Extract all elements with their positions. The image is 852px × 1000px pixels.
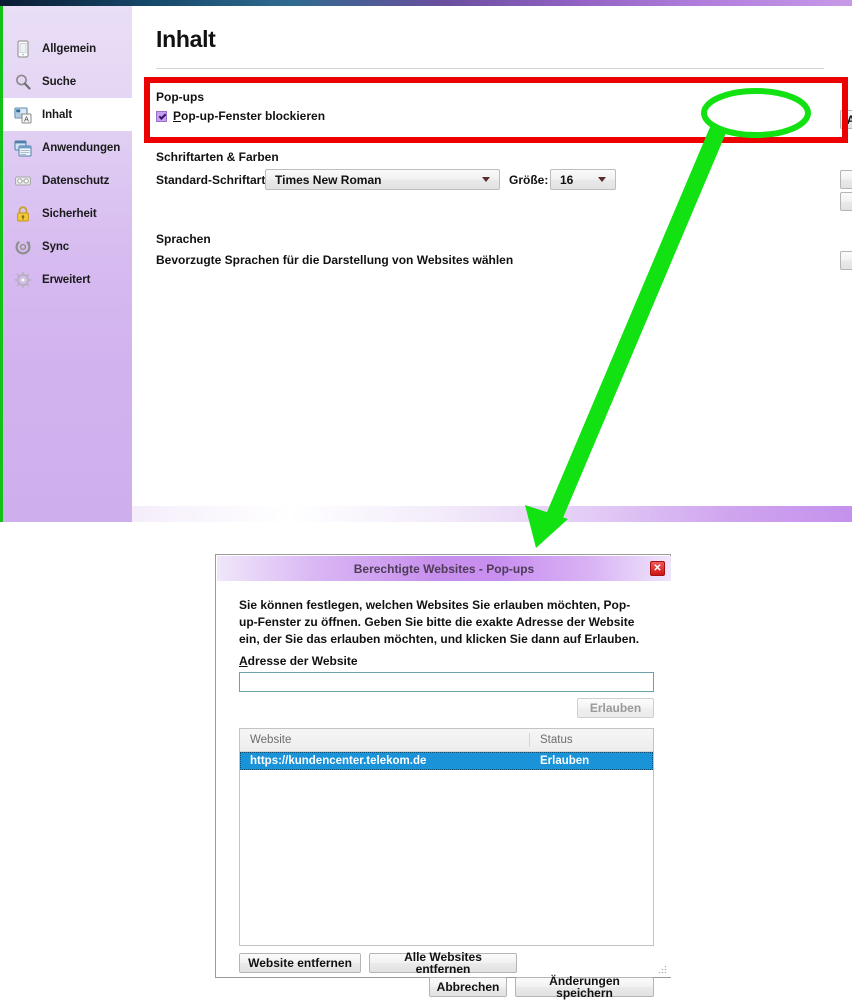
font-size-label: Größe: <box>509 173 549 187</box>
sidebar-item-suche[interactable]: Suche <box>3 65 132 98</box>
popup-blocker-label: Pop-up-Fenster blockieren <box>173 109 326 123</box>
applications-icon <box>13 138 33 158</box>
gear-icon <box>13 270 33 290</box>
exceptions-button[interactable]: Ausnahmen… <box>840 110 852 129</box>
default-font-value: Times New Roman <box>275 172 382 187</box>
remove-site-button-label: Website entfernen <box>248 956 352 970</box>
cell-website: https://kundencenter.telekom.de <box>250 755 427 767</box>
sidebar-item-label: Suche <box>42 75 77 88</box>
sync-arrows-icon <box>13 237 33 257</box>
save-changes-button-label: Änderungen speichern <box>549 974 620 1000</box>
dialog-body: Sie können festlegen, welchen Websites S… <box>217 581 671 999</box>
sidebar-item-datenschutz[interactable]: Datenschutz <box>3 164 132 197</box>
allow-button-label: Erlauben <box>589 701 642 715</box>
dialog-titlebar[interactable]: Berechtigte Websites - Pop-ups ✕ <box>217 556 671 581</box>
document-icon <box>13 39 33 59</box>
languages-section-heading: Sprachen <box>156 232 211 246</box>
column-header-website[interactable]: Website <box>240 733 530 747</box>
preferences-content-panel: Inhalt Pop-ups Pop-up-Fenster blockieren… <box>132 6 852 506</box>
sidebar-item-label: Sicherheit <box>42 207 97 220</box>
colors-button[interactable]: Farben… <box>840 192 852 211</box>
default-font-select[interactable]: Times New Roman <box>265 169 500 190</box>
languages-choose-button[interactable]: Wählen… <box>840 251 852 270</box>
allow-button[interactable]: Erlauben <box>577 698 654 718</box>
resize-grip-icon[interactable] <box>658 965 667 974</box>
sidebar-item-sicherheit[interactable]: Sicherheit <box>3 197 132 230</box>
remove-all-sites-button-label: Alle Websites entfernen <box>404 950 482 976</box>
remove-site-button[interactable]: Website entfernen <box>239 953 361 973</box>
close-icon[interactable]: ✕ <box>650 561 665 576</box>
sidebar-item-label: Sync <box>42 240 70 253</box>
font-size-value: 16 <box>560 172 574 187</box>
preferences-sidebar: Allgemein Suche A Inhalt Anwendungen Dat… <box>3 6 132 522</box>
save-changes-button[interactable]: Änderungen speichern <box>515 974 654 1000</box>
privacy-mask-icon <box>13 171 33 191</box>
sidebar-item-label: Erweitert <box>42 273 91 286</box>
dialog-title: Berechtigte Websites - Pop-ups <box>353 561 535 576</box>
remove-all-sites-button[interactable]: Alle Websites entfernen <box>369 950 517 976</box>
address-field-label: Adresse der Website <box>239 654 358 668</box>
cancel-button-label: Abbrechen <box>436 980 500 994</box>
sidebar-item-label: Allgemein <box>42 42 97 55</box>
column-header-status[interactable]: Status <box>530 733 650 747</box>
fonts-section-heading: Schriftarten & Farben <box>156 150 279 164</box>
sidebar-item-label: Anwendungen <box>42 141 121 154</box>
sidebar-item-label: Inhalt <box>42 108 73 121</box>
sidebar-item-erweitert[interactable]: Erweitert <box>3 263 132 296</box>
chevron-down-icon <box>482 177 490 182</box>
title-divider <box>156 68 824 69</box>
svg-text:A: A <box>24 116 29 123</box>
exceptions-button-label: Ausnahmen… <box>846 112 852 127</box>
font-size-select[interactable]: 16 <box>550 169 616 190</box>
chevron-down-icon <box>598 177 606 182</box>
languages-description: Bevorzugte Sprachen für die Darstellung … <box>156 253 514 267</box>
preferences-window: Allgemein Suche A Inhalt Anwendungen Dat… <box>0 6 852 522</box>
magnifier-icon <box>13 72 33 92</box>
sidebar-item-label: Datenschutz <box>42 174 110 187</box>
padlock-icon <box>13 204 33 224</box>
cell-status: Erlauben <box>540 755 590 767</box>
page-title: Inhalt <box>156 26 216 52</box>
content-page-icon: A <box>13 105 33 125</box>
permitted-websites-dialog: Berechtigte Websites - Pop-ups ✕ Sie kön… <box>215 554 671 999</box>
permitted-sites-table[interactable]: Website Status https://kundencenter.tele… <box>239 728 654 946</box>
sidebar-item-sync[interactable]: Sync <box>3 230 132 263</box>
popup-blocker-checkbox[interactable] <box>156 110 167 122</box>
table-row[interactable]: https://kundencenter.telekom.de Erlauben <box>240 752 653 770</box>
sidebar-item-allgemein[interactable]: Allgemein <box>3 32 132 65</box>
popups-section-heading: Pop-ups <box>156 90 204 104</box>
sidebar-item-inhalt[interactable]: A Inhalt <box>3 98 132 131</box>
sidebar-item-anwendungen[interactable]: Anwendungen <box>3 131 132 164</box>
dialog-description: Sie können festlegen, welchen Websites S… <box>239 598 640 646</box>
fonts-advanced-button[interactable]: Erweitert… <box>840 170 852 189</box>
popup-blocker-checkbox-row[interactable]: Pop-up-Fenster blockieren <box>156 109 325 123</box>
address-input[interactable] <box>239 672 654 692</box>
table-header-row: Website Status <box>240 729 653 752</box>
cancel-button[interactable]: Abbrechen <box>429 977 507 997</box>
default-font-label: Standard-Schriftart: <box>156 173 270 187</box>
